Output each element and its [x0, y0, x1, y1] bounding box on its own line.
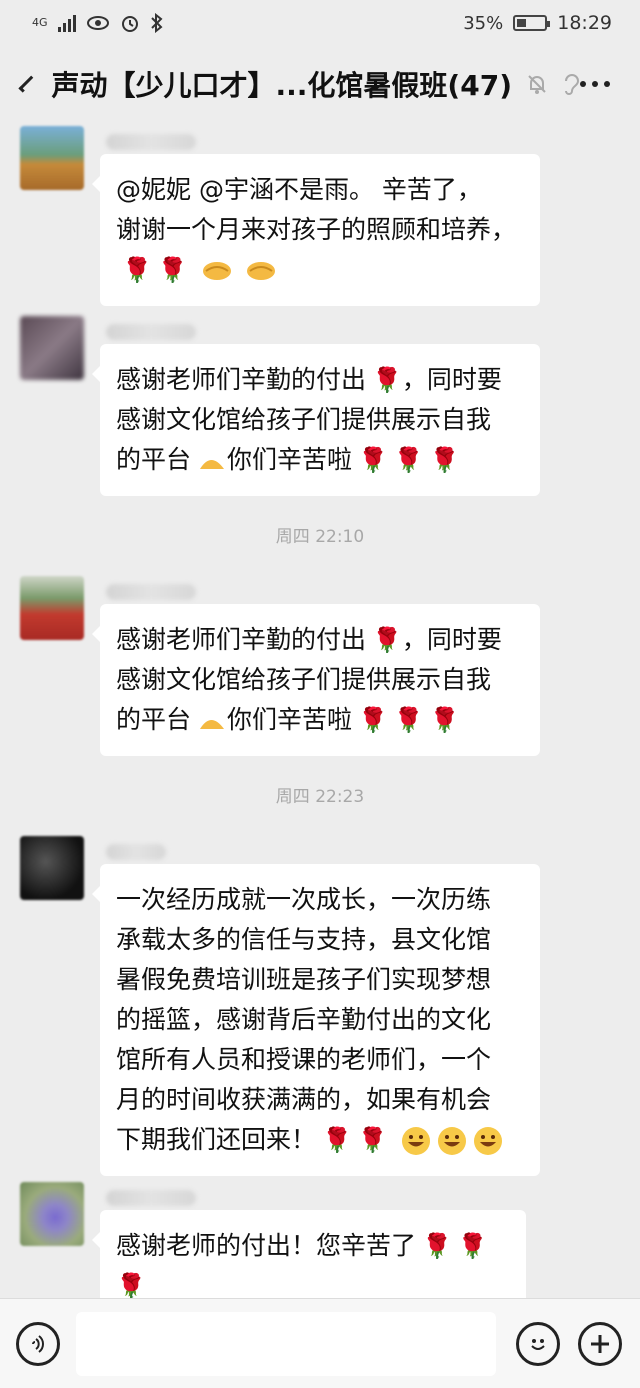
clock: 18:29 [557, 12, 612, 34]
message-line: @妮妮 @宇涵不是雨。 辛苦了， [116, 175, 482, 204]
avatar[interactable] [20, 126, 84, 190]
signal-icon [57, 14, 76, 32]
battery-icon [513, 15, 551, 31]
status-left: 4G [32, 13, 164, 33]
sender-name [106, 324, 196, 340]
rose-emoji: 🌹 [429, 446, 460, 474]
timestamp: 周四 22:10 [275, 527, 365, 547]
sender-name [106, 1190, 196, 1206]
ok-hand-emoji [200, 460, 225, 469]
status-right: 35% 18:29 [463, 12, 612, 34]
message-line: 感谢老师们辛勤的付出 🌹，同时要 [116, 365, 502, 394]
message-line: 感谢老师们辛勤的付出 🌹，同时要 [116, 625, 502, 654]
rose-emoji: 🌹 [157, 256, 188, 284]
emoji-row: 🌹 🌹 [116, 250, 524, 290]
message-line: 感谢文化馆给孩子们提供展示自我 [116, 665, 492, 694]
input-bar [0, 1298, 640, 1388]
message-line: 承载太多的信任与支持，县文化馆 [116, 925, 492, 954]
message-line: 感谢文化馆给孩子们提供展示自我 [116, 405, 492, 434]
rose-emoji: 🌹 [372, 366, 402, 394]
rose-emoji: 🌹 [116, 1272, 146, 1298]
grin-emoji [473, 1127, 502, 1155]
sender-name [106, 584, 196, 600]
rose-emoji: 🌹 [358, 446, 388, 474]
sender-name [106, 134, 196, 150]
avatar[interactable] [20, 836, 84, 900]
rose-emoji: 🌹 [122, 256, 152, 284]
message-line: 馆所有人员和授课的老师们，一个 [116, 1045, 492, 1074]
message-line: 一次经历成就一次成长，一次历练 [116, 885, 492, 914]
avatar[interactable] [20, 1182, 84, 1246]
smile-icon [531, 1338, 545, 1350]
message-input[interactable] [76, 1311, 496, 1376]
chat-area[interactable]: @妮妮 @宇涵不是雨。 辛苦了， 谢谢一个月来对孩子的照顾和培养， 🌹 🌹 感谢老… [0, 122, 640, 1298]
voice-button[interactable] [16, 1321, 60, 1366]
add-button[interactable] [578, 1321, 622, 1366]
rose-emoji: 🌹 [393, 706, 424, 734]
rose-emoji: 🌹 [322, 1126, 352, 1154]
rose-emoji: 🌹 [358, 706, 388, 734]
message-bubble[interactable]: 感谢老师的付出！您辛苦了 🌹 🌹 🌹 [92, 1210, 526, 1298]
network-label: 4G [32, 16, 48, 29]
message-line: 的摇篮，感谢背后辛勤付出的文化 [116, 1005, 492, 1034]
message-line: 感谢老师的付出！您辛苦了 🌹 🌹 [116, 1231, 488, 1260]
message-line: 下期我们还回来！ 🌹 🌹 [116, 1120, 524, 1160]
message-bubble[interactable]: 感谢老师们辛勤的付出 🌹，同时要 感谢文化馆给孩子们提供展示自我 的平台 你们辛苦啦… [92, 344, 540, 496]
header-status-icons [526, 72, 580, 96]
emoji-button[interactable] [516, 1321, 560, 1366]
back-icon[interactable] [18, 75, 36, 93]
message-line: 🌹 [116, 1266, 510, 1298]
message-line: 月的时间收获满满的，如果有机会 [116, 1085, 492, 1114]
voice-icon [32, 1334, 44, 1353]
chat-title: 声动【少儿口才】...化馆暑假班(47) [51, 69, 512, 102]
avatar[interactable] [20, 576, 84, 640]
sender-name [106, 844, 166, 860]
message-line: 谢谢一个月来对孩子的照顾和培养， [116, 215, 517, 244]
rose-emoji: 🌹 [457, 1232, 488, 1260]
message-bubble[interactable]: 感谢老师们辛勤的付出 🌹，同时要 感谢文化馆给孩子们提供展示自我 的平台 你们辛苦啦… [92, 604, 540, 756]
handshake-emoji [202, 262, 231, 280]
ok-hand-emoji [200, 720, 225, 729]
grin-emoji [401, 1127, 430, 1155]
message-line: 暑假免费培训班是孩子们实现梦想 [116, 965, 492, 994]
timestamp: 周四 22:23 [275, 787, 365, 807]
status-bar: 4G 35% 18:29 [0, 0, 640, 46]
chat-header: 声动【少儿口才】...化馆暑假班(47) [0, 46, 640, 122]
eye-icon [86, 16, 109, 30]
plus-icon [591, 1334, 609, 1353]
grin-emoji [437, 1127, 466, 1155]
rose-emoji: 🌹 [429, 706, 460, 734]
bluetooth-icon [150, 13, 163, 33]
rose-emoji: 🌹 [357, 1126, 388, 1154]
rose-emoji: 🌹 [393, 446, 424, 474]
message-bubble[interactable]: 一次经历成就一次成长，一次历练 承载太多的信任与支持，县文化馆 暑假免费培训班是… [92, 864, 540, 1176]
avatar[interactable] [20, 316, 84, 380]
battery-percent: 35% [463, 12, 504, 34]
more-icon[interactable] [580, 81, 610, 87]
mute-bell-icon [528, 75, 546, 94]
rose-emoji: 🌹 [422, 1232, 452, 1260]
message-line: 的平台 你们辛苦啦 🌹 🌹 🌹 [116, 705, 460, 734]
handshake-emoji [246, 262, 275, 280]
message-bubble[interactable]: @妮妮 @宇涵不是雨。 辛苦了， 谢谢一个月来对孩子的照顾和培养， 🌹 🌹 [92, 154, 540, 306]
alarm-icon [121, 16, 138, 32]
ear-icon [565, 74, 580, 95]
rose-emoji: 🌹 [372, 626, 402, 654]
message-line: 的平台 你们辛苦啦 🌹 🌹 🌹 [116, 445, 460, 474]
